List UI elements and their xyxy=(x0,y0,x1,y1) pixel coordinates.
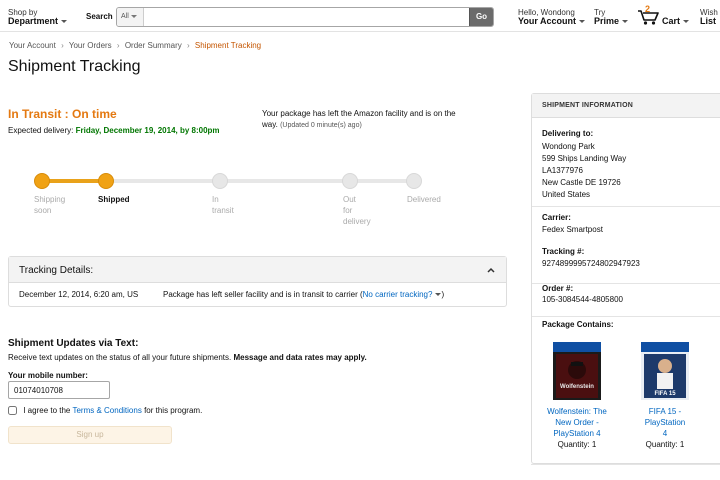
expected-delivery-label: Expected delivery: xyxy=(8,126,74,135)
shipment-information-panel: SHIPMENT INFORMATION Delivering to: Wond… xyxy=(531,93,720,464)
step-dot-delivered xyxy=(406,173,422,189)
status-message: Your package has left the Amazon facilit… xyxy=(262,108,462,131)
product-image[interactable]: FIFA 15 xyxy=(641,342,689,400)
caret-down-icon xyxy=(622,20,629,24)
wish-list-menu[interactable]: Wish List xyxy=(700,8,718,26)
step-label-shipped: Shipped xyxy=(98,195,130,204)
caret-down-icon xyxy=(683,20,690,24)
cart-count-badge: 2 xyxy=(645,4,651,14)
updated-timestamp: (Updated 0 minute(s) ago) xyxy=(280,122,362,129)
breadcrumb-separator: › xyxy=(61,41,64,50)
tracking-event-description: Package has left seller facility and is … xyxy=(163,290,445,299)
package-contains-label: Package Contains: xyxy=(542,320,614,329)
product-link[interactable]: FIFA 15 - PlayStation 4 xyxy=(629,406,701,439)
sign-up-button[interactable]: Sign up xyxy=(8,426,172,444)
package-contents-section: Package Contains: Wolfenstein Wolfenstei… xyxy=(532,317,720,464)
caret-down-icon xyxy=(130,14,137,18)
breadcrumb-your-orders[interactable]: Your Orders xyxy=(69,41,112,50)
product-quantity: Quantity: 1 xyxy=(645,440,685,449)
product-link[interactable]: Wolfenstein: The New Order - PlayStation… xyxy=(541,406,613,439)
shipment-information-header: SHIPMENT INFORMATION xyxy=(532,94,720,118)
step-dot-shipped xyxy=(98,173,114,189)
step-label-in-transit: In transit xyxy=(212,195,234,215)
product-item: Wolfenstein Wolfenstein: The New Order -… xyxy=(541,342,613,450)
carrier-name: Fedex Smartpost xyxy=(542,225,603,234)
your-account-menu[interactable]: Hello, Wondong Your Account xyxy=(518,8,585,26)
caret-down-icon xyxy=(61,20,68,24)
search-category-dropdown[interactable]: All xyxy=(117,8,144,26)
no-carrier-tracking-link[interactable]: No carrier tracking? xyxy=(363,290,442,299)
panel-divider xyxy=(531,464,720,466)
department-label: Department xyxy=(8,17,68,26)
terms-checkbox[interactable] xyxy=(8,406,17,416)
order-number-label: Order #: xyxy=(542,284,574,293)
tracking-event-datetime: December 12, 2014, 6:20 am, US xyxy=(19,290,139,299)
page-title: Shipment Tracking xyxy=(8,58,141,75)
carrier-section: Carrier: Fedex Smartpost Tracking #: 927… xyxy=(532,207,720,284)
search-go-button[interactable]: Go xyxy=(469,8,493,26)
search-bar: All Go xyxy=(116,7,494,27)
cart-link[interactable]: Cart xyxy=(662,16,690,26)
search-label: Search xyxy=(86,12,113,21)
delivery-address: Wondong Park 599 Ships Landing Way LA137… xyxy=(542,142,627,199)
step-label-delivered: Delivered xyxy=(407,195,441,204)
your-account-label: Your Account xyxy=(518,17,585,26)
delivering-to-section: Delivering to: Wondong Park 599 Ships La… xyxy=(532,118,720,207)
expected-delivery-date: Friday, December 19, 2014, by 8:00pm xyxy=(75,126,220,135)
tracking-event-row: December 12, 2014, 6:20 am, US Package h… xyxy=(9,283,506,307)
product-image[interactable]: Wolfenstein xyxy=(553,342,601,400)
expected-delivery: Expected delivery: Friday, December 19, … xyxy=(8,126,220,135)
terms-agreement: I agree to the Terms & Conditions for th… xyxy=(8,406,202,416)
product-quantity: Quantity: 1 xyxy=(557,440,597,449)
product-cover-title: Wolfenstein xyxy=(560,384,594,390)
tracking-details-header[interactable]: Tracking Details: xyxy=(9,257,506,283)
shipment-status-title: In Transit : On time xyxy=(8,107,117,121)
tracking-details-panel: Tracking Details: December 12, 2014, 6:2… xyxy=(8,256,507,307)
sms-rates-notice: Message and data rates may apply. xyxy=(233,353,367,362)
product-cover-title: FIFA 15 xyxy=(654,391,676,397)
shop-by-department-menu[interactable]: Shop by Department xyxy=(8,8,68,26)
breadcrumb-order-summary[interactable]: Order Summary xyxy=(125,41,182,50)
tracking-number: 9274899995724802947923 xyxy=(542,259,640,268)
step-dot-out-for-delivery xyxy=(342,173,358,189)
chevron-up-icon[interactable] xyxy=(486,265,496,275)
step-label-out-for-delivery: Out for delivery xyxy=(343,195,371,226)
sms-updates-title: Shipment Updates via Text: xyxy=(8,338,139,349)
order-number: 105-3084544-4805800 xyxy=(542,295,623,304)
mobile-number-input[interactable] xyxy=(8,381,110,399)
breadcrumb: Your Account › Your Orders › Order Summa… xyxy=(9,41,261,50)
tracking-number-label: Tracking #: xyxy=(542,247,585,256)
carrier-label: Carrier: xyxy=(542,213,571,222)
product-item: FIFA 15 FIFA 15 - PlayStation 4 Quantity… xyxy=(629,342,701,450)
sms-updates-description: Receive text updates on the status of al… xyxy=(8,353,367,362)
step-dot-in-transit xyxy=(212,173,228,189)
terms-conditions-link[interactable]: Terms & Conditions xyxy=(72,406,141,415)
breadcrumb-separator: › xyxy=(116,41,120,50)
shipment-progress-tracker: Shipping soon Shipped In transit Out for del… xyxy=(34,173,441,233)
mobile-number-label: Your mobile number: xyxy=(8,371,88,380)
caret-down-icon xyxy=(579,20,585,24)
try-prime-menu[interactable]: Try Prime xyxy=(594,8,629,26)
breadcrumb-separator: › xyxy=(186,41,190,50)
delivering-to-label: Delivering to: xyxy=(542,129,594,138)
top-header: Shop by Department Search All Go Hello, … xyxy=(0,0,720,32)
tracking-details-title: Tracking Details: xyxy=(19,265,94,276)
step-dot-shipping-soon xyxy=(34,173,50,189)
breadcrumb-current: Shipment Tracking xyxy=(194,41,262,50)
prime-label: Prime xyxy=(594,17,629,26)
step-label-shipping-soon: Shipping soon xyxy=(34,195,66,215)
order-section: Order #: 105-3084544-4805800 xyxy=(532,284,720,317)
breadcrumb-your-account[interactable]: Your Account xyxy=(9,41,56,50)
list-label: List xyxy=(700,16,717,26)
caret-down-icon xyxy=(435,293,442,297)
search-input[interactable] xyxy=(145,8,469,26)
shipment-information-title: SHIPMENT INFORMATION xyxy=(542,102,633,109)
